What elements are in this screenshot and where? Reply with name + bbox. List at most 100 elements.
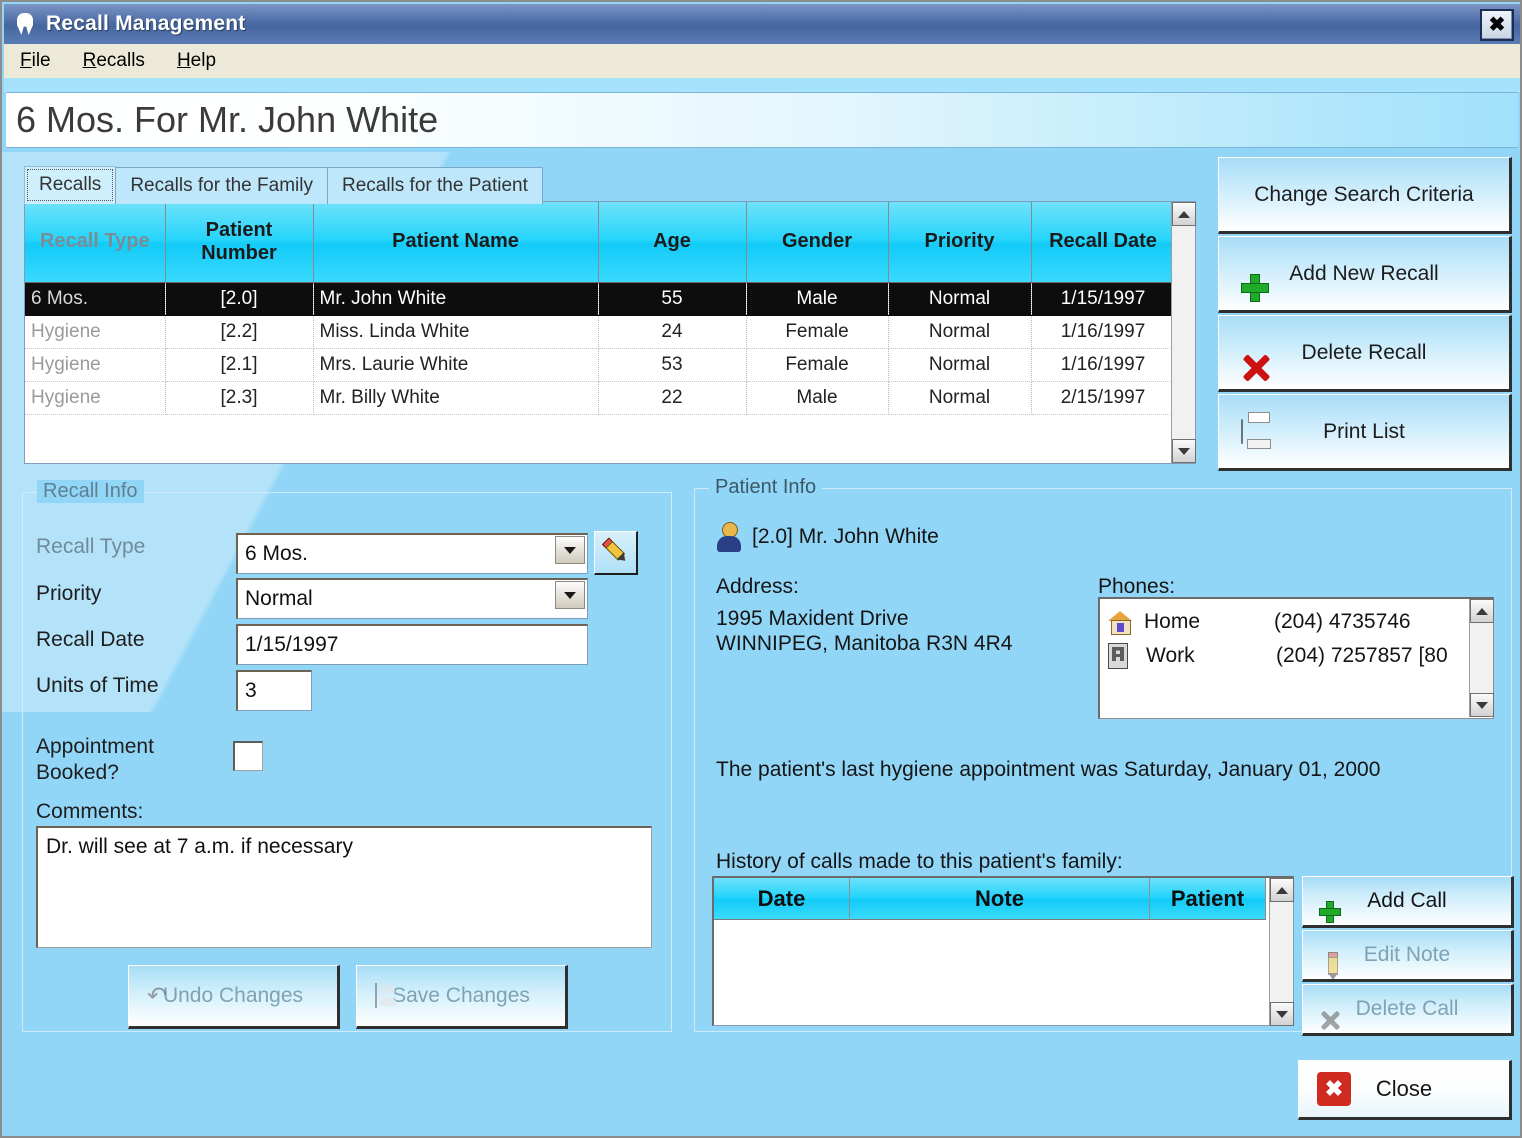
cell-recall-type: Hygiene (25, 315, 166, 349)
cell-age: 55 (598, 282, 747, 316)
cell-recall-date: 1/15/1997 (1031, 282, 1176, 316)
scroll-up-icon[interactable] (1270, 878, 1294, 902)
col-recall-date[interactable]: Recall Date (1031, 202, 1176, 283)
undo-icon: ↶ (147, 982, 168, 1010)
change-search-criteria-label: Change Search Criteria (1254, 182, 1474, 206)
recall-type-label: Recall Type (36, 535, 146, 558)
col-age[interactable]: Age (598, 202, 747, 283)
cell-gender: Male (746, 381, 889, 415)
history-label: History of calls made to this patient's … (716, 850, 1123, 873)
recall-date-input[interactable]: 1/15/1997 (236, 624, 588, 665)
add-new-recall-button[interactable]: Add New Recall (1218, 236, 1512, 313)
units-of-time-input[interactable]: 3 (236, 670, 312, 711)
priority-combo[interactable]: Normal (236, 578, 588, 619)
cell-recall-type: Hygiene (25, 348, 166, 382)
add-call-button[interactable]: Add Call (1302, 876, 1514, 928)
recalls-grid[interactable]: Recall Type Patient Number Patient Name A… (24, 201, 1196, 464)
scroll-down-icon[interactable] (1270, 1002, 1294, 1026)
call-history-grid[interactable]: Date Note Patient (712, 876, 1294, 1026)
appointment-booked-checkbox[interactable] (233, 741, 263, 771)
table-row[interactable]: Hygiene [2.3] Mr. Billy White 22 Male No… (25, 381, 1176, 415)
col-patient-name[interactable]: Patient Name (313, 202, 599, 283)
phone-type: Home (1144, 610, 1201, 633)
priority-value: Normal (236, 578, 588, 619)
col-patient-number[interactable]: Patient Number (165, 202, 314, 283)
close-icon[interactable]: ✖ (1480, 9, 1514, 41)
cell-priority: Normal (888, 348, 1032, 382)
menu-item-file-rest: ile (31, 50, 51, 71)
address-label: Address: (716, 575, 799, 598)
col-gender[interactable]: Gender (746, 202, 889, 283)
col-recall-type[interactable]: Recall Type (25, 202, 166, 283)
cell-patient-number: [2.0] (165, 282, 314, 316)
table-row[interactable]: Hygiene [2.1] Mrs. Laurie White 53 Femal… (25, 348, 1176, 382)
close-button[interactable]: ✖ Close (1298, 1060, 1512, 1120)
phones-scrollbar[interactable] (1469, 599, 1494, 717)
delete-call-label: Delete Call (1355, 997, 1459, 1020)
add-new-recall-label: Add New Recall (1289, 261, 1439, 285)
grid-scrollbar[interactable] (1171, 202, 1196, 463)
phone-type: Work (1146, 644, 1195, 667)
banner-strip (4, 78, 1520, 92)
chevron-down-icon[interactable] (555, 581, 585, 609)
patient-info-title: Patient Info (709, 476, 823, 499)
scroll-down-icon[interactable] (1172, 439, 1196, 463)
col-priority[interactable]: Priority (888, 202, 1032, 283)
cell-age: 24 (598, 315, 747, 349)
patient-name-line: [2.0] Mr. John White (752, 525, 939, 548)
scroll-up-icon[interactable] (1172, 202, 1196, 226)
menu-item-recalls[interactable]: Recalls (67, 50, 161, 72)
house-icon (1108, 611, 1132, 635)
cell-patient-name: Mrs. Laurie White (313, 348, 599, 382)
tab-recalls-for-the-family[interactable]: Recalls for the Family (115, 167, 328, 204)
table-body: 6 Mos. [2.0] Mr. John White 55 Male Norm… (25, 282, 1176, 415)
avatar (716, 522, 742, 552)
scroll-up-icon[interactable] (1470, 599, 1494, 623)
print-list-button[interactable]: Print List (1218, 394, 1512, 471)
call-history-scrollbar[interactable] (1269, 878, 1294, 1026)
col-note[interactable]: Note (850, 878, 1150, 920)
undo-changes-label: Undo Changes (162, 984, 304, 1007)
delete-recall-button[interactable]: Delete Recall (1218, 315, 1512, 392)
tab-recalls[interactable]: Recalls (24, 166, 117, 204)
change-search-criteria-button[interactable]: Change Search Criteria (1218, 157, 1512, 234)
window-title: Recall Management (46, 12, 246, 35)
cell-recall-date: 1/16/1997 (1031, 315, 1176, 349)
cell-gender: Female (746, 315, 889, 349)
menu-item-file[interactable]: File (4, 50, 67, 72)
cell-recall-date: 1/16/1997 (1031, 348, 1176, 382)
title-bar: Recall Management ✖ (4, 4, 1520, 44)
cell-age: 22 (598, 381, 747, 415)
col-date[interactable]: Date (714, 878, 850, 920)
table-row[interactable]: Hygiene [2.2] Miss. Linda White 24 Femal… (25, 315, 1176, 349)
office-icon (1108, 643, 1128, 669)
menu-item-help[interactable]: Help (161, 50, 232, 72)
tab-recalls-for-the-patient[interactable]: Recalls for the Patient (326, 167, 543, 204)
list-item[interactable]: Work (204) 7257857 [80 (1100, 639, 1493, 673)
cell-recall-type: Hygiene (25, 381, 166, 415)
list-item[interactable]: Home (204) 4735746 (1100, 605, 1493, 639)
cell-priority: Normal (888, 315, 1032, 349)
comments-label: Comments: (36, 800, 144, 823)
recalls-table: Recall Type Patient Number Patient Name A… (25, 202, 1176, 415)
undo-changes-button: ↶ Undo Changes (128, 965, 340, 1029)
scroll-down-icon[interactable] (1470, 693, 1494, 717)
phone-number: (204) 4735746 (1274, 610, 1411, 633)
add-call-label: Add Call (1367, 889, 1447, 912)
cell-patient-name: Miss. Linda White (313, 315, 599, 349)
cell-recall-date: 2/15/1997 (1031, 381, 1176, 415)
menu-item-recalls-rest: ecalls (96, 50, 145, 71)
cell-age: 53 (598, 348, 747, 382)
phones-listbox[interactable]: Home (204) 4735746 Work (204) 7257857 [8… (1098, 597, 1494, 719)
cell-patient-number: [2.1] (165, 348, 314, 382)
table-row[interactable]: 6 Mos. [2.0] Mr. John White 55 Male Norm… (25, 282, 1176, 316)
chevron-down-icon[interactable] (555, 536, 585, 564)
save-changes-button: Save Changes (356, 965, 568, 1029)
comments-textarea[interactable]: Dr. will see at 7 a.m. if necessary (36, 826, 652, 948)
edit-recall-type-button[interactable] (594, 531, 638, 575)
cell-gender: Female (746, 348, 889, 382)
cell-priority: Normal (888, 282, 1032, 316)
edit-note-label: Edit Note (1363, 943, 1451, 966)
col-patient[interactable]: Patient (1150, 878, 1266, 920)
recall-type-combo[interactable]: 6 Mos. (236, 533, 588, 574)
